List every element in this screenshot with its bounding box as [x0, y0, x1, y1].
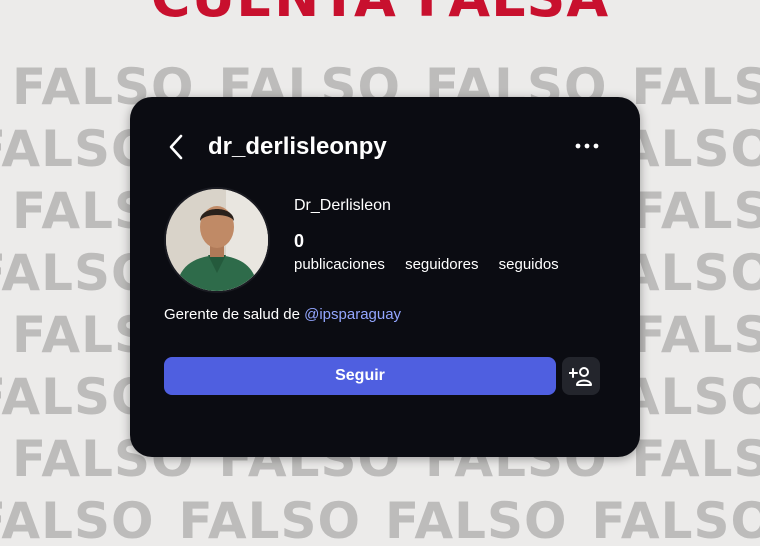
display-name: Dr_Derlisleon — [294, 197, 391, 215]
profile-stats: 0 publicaciones seguidores seguidos — [294, 231, 575, 273]
watermark-word: FALSO — [632, 434, 760, 484]
followers-label[interactable]: seguidores — [405, 256, 478, 273]
watermark-word: FALSO — [179, 496, 362, 546]
add-person-button[interactable] — [562, 357, 600, 395]
bio-text: Gerente de salud de — [164, 306, 304, 323]
headline-text: CUENTA FALSA — [151, 0, 609, 29]
watermark-word: FALSO — [385, 496, 568, 546]
profile-card: dr_derlisleonpy Dr_Derlisleon 0 publicac… — [130, 97, 640, 457]
watermark-word: FALSO — [632, 62, 760, 112]
profile-bio: Gerente de salud de @ipsparaguay — [164, 306, 401, 323]
following-label[interactable]: seguidos — [499, 256, 559, 273]
watermark-word: FALSO — [632, 310, 760, 360]
watermark-word: FALSO — [592, 496, 760, 546]
follow-button[interactable]: Seguir — [164, 357, 556, 395]
watermark-word: FALSO — [632, 186, 760, 236]
watermark-row: FALSOFALSOFALSOFALSOFALSO — [0, 496, 760, 546]
headline: CUENTA FALSA — [0, 0, 760, 30]
profile-username: dr_derlisleonpy — [208, 133, 387, 161]
chevron-left-icon[interactable] — [168, 133, 184, 161]
avatar — [164, 187, 270, 293]
watermark-word: FALSO — [0, 496, 155, 546]
posts-count: 0 — [294, 231, 575, 252]
bio-mention-link[interactable]: @ipsparaguay — [304, 306, 401, 323]
add-person-icon — [569, 365, 593, 387]
more-horizontal-icon[interactable] — [574, 141, 600, 151]
posts-label[interactable]: publicaciones — [294, 256, 385, 273]
